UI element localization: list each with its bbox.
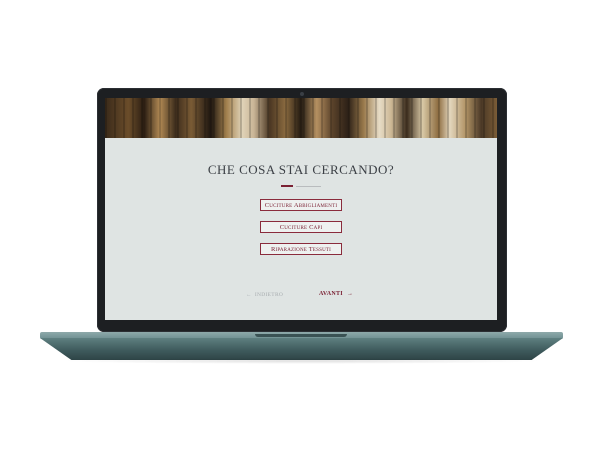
next-label: AVANTI xyxy=(319,291,343,297)
arrow-left-icon: ← xyxy=(246,292,252,298)
back-label: INDIETRO xyxy=(254,292,284,298)
laptop-hinge-notch xyxy=(255,334,347,337)
title-divider xyxy=(281,185,321,187)
webcam-icon xyxy=(300,92,304,96)
divider-accent xyxy=(281,185,293,187)
option-cuciture-capi-button[interactable]: Cuciture Capi xyxy=(260,221,342,233)
laptop-screen: CHE COSA STAI CERCANDO? Cuciture Abbigli… xyxy=(105,98,497,320)
laptop-base xyxy=(40,338,563,360)
arrow-right-icon: → xyxy=(346,291,354,297)
next-button[interactable]: AVANTI → xyxy=(319,290,353,298)
laptop-mockup: CHE COSA STAI CERCANDO? Cuciture Abbigli… xyxy=(0,0,600,450)
back-button[interactable]: ← INDIETRO xyxy=(246,291,283,299)
option-riparazione-tessuti-button[interactable]: Riparazione Tessuti xyxy=(260,243,342,255)
option-cuciture-abbigliamenti-button[interactable]: Cuciture Abbigliamenti xyxy=(260,199,342,211)
header-banner-image xyxy=(105,98,497,138)
divider-line xyxy=(296,185,321,187)
page-title: CHE COSA STAI CERCANDO? xyxy=(207,162,395,177)
laptop-shadow xyxy=(60,358,544,364)
